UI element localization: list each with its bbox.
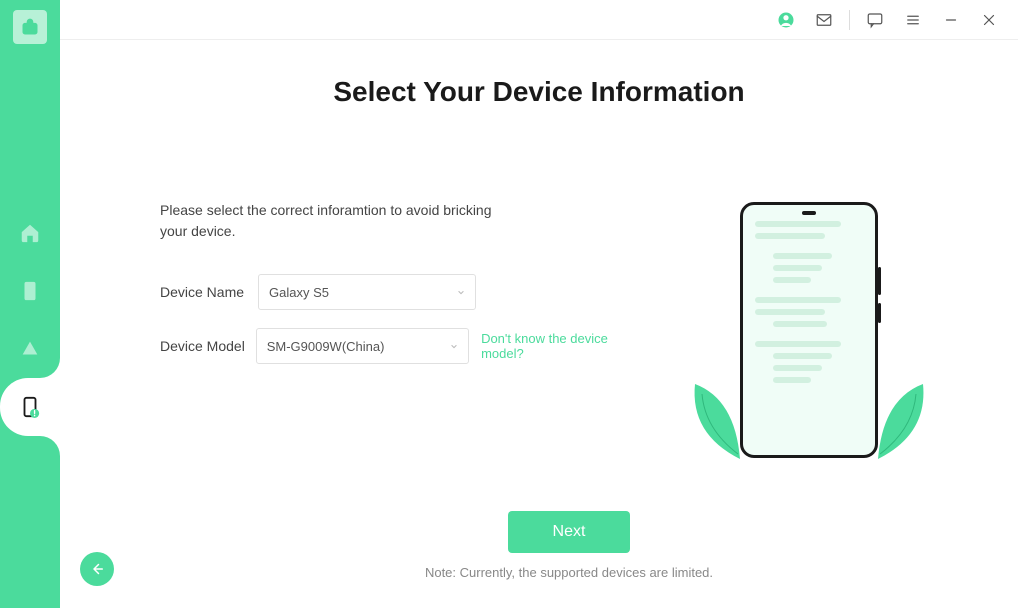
device-model-select[interactable]: SM-G9009W(China) xyxy=(256,328,469,364)
mail-button[interactable] xyxy=(807,3,841,37)
menu-icon xyxy=(904,11,922,29)
chat-icon xyxy=(866,11,884,29)
user-button[interactable] xyxy=(769,3,803,37)
phone-icon xyxy=(19,280,41,302)
sidebar-item-device-alert[interactable] xyxy=(0,378,60,436)
arrow-left-icon xyxy=(88,560,106,578)
back-button[interactable] xyxy=(80,552,114,586)
device-name-row: Device Name Galaxy S5 xyxy=(160,274,650,310)
device-name-label: Device Name xyxy=(160,284,258,300)
device-model-help-link[interactable]: Don't know the device model? xyxy=(481,331,650,361)
footer: Next Note: Currently, the supported devi… xyxy=(120,511,1018,580)
device-name-value: Galaxy S5 xyxy=(269,285,329,300)
sidebar xyxy=(0,0,60,608)
separator xyxy=(849,10,850,30)
app-logo xyxy=(13,10,47,44)
form-area: Please select the correct inforamtion to… xyxy=(110,200,650,382)
close-button[interactable] xyxy=(972,3,1006,37)
device-name-select[interactable]: Galaxy S5 xyxy=(258,274,476,310)
footer-note: Note: Currently, the supported devices a… xyxy=(425,565,713,580)
sidebar-item-phone[interactable] xyxy=(0,262,60,320)
cloud-icon xyxy=(19,338,41,360)
home-icon xyxy=(19,222,41,244)
phone-mockup xyxy=(740,202,878,458)
page-title: Select Your Device Information xyxy=(110,76,968,108)
mail-icon xyxy=(815,11,833,29)
device-model-value: SM-G9009W(China) xyxy=(267,339,385,354)
instruction-text: Please select the correct inforamtion to… xyxy=(160,200,500,242)
minimize-button[interactable] xyxy=(934,3,968,37)
feedback-button[interactable] xyxy=(858,3,892,37)
menu-button[interactable] xyxy=(896,3,930,37)
device-model-row: Device Model SM-G9009W(China) Don't know… xyxy=(160,328,650,364)
close-icon xyxy=(980,11,998,29)
device-alert-icon xyxy=(19,396,41,418)
phone-illustration xyxy=(650,200,968,460)
minimize-icon xyxy=(942,11,960,29)
chevron-down-icon xyxy=(450,342,458,350)
device-model-label: Device Model xyxy=(160,338,256,354)
titlebar xyxy=(60,0,1018,40)
user-icon xyxy=(777,11,795,29)
sidebar-item-home[interactable] xyxy=(0,204,60,262)
chevron-down-icon xyxy=(457,288,465,296)
next-button[interactable]: Next xyxy=(508,511,630,553)
